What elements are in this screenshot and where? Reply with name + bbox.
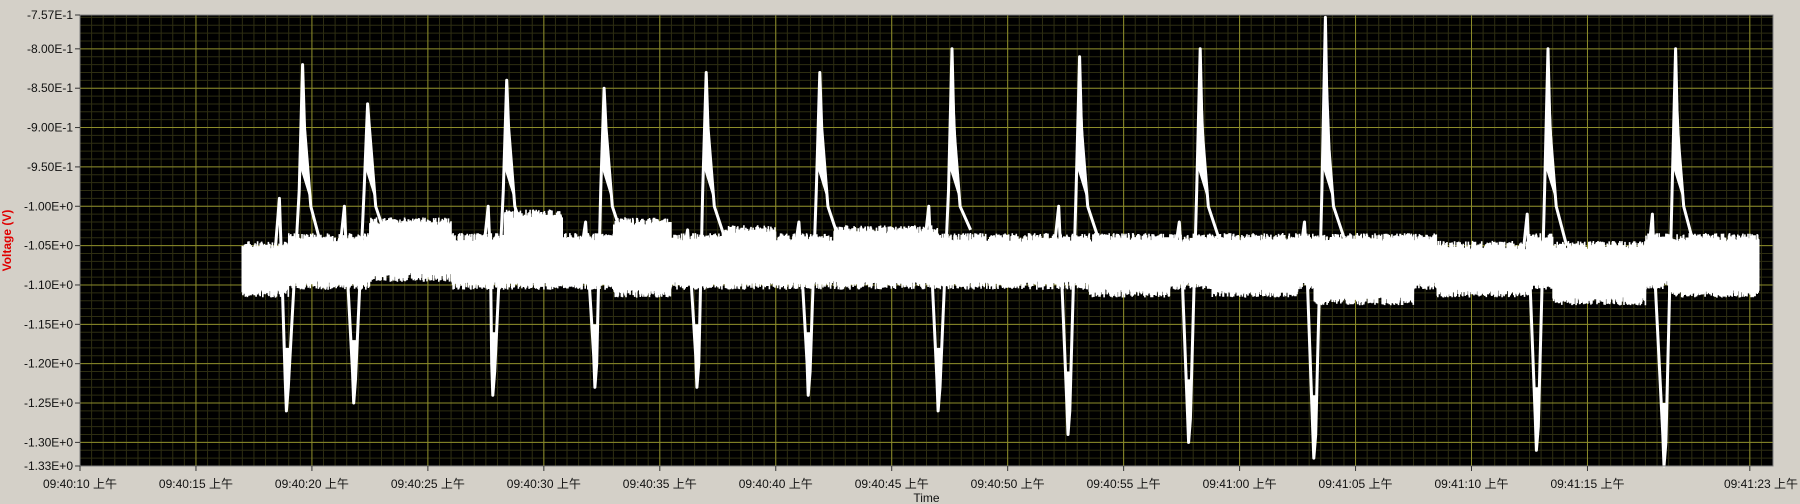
x-tick-label: 09:40:15 上午: [159, 477, 233, 491]
x-tick-label: 09:41:15 上午: [1550, 477, 1624, 491]
x-tick-label: 09:40:55 上午: [1087, 477, 1161, 491]
x-tick-label: 09:41:00 上午: [1203, 477, 1277, 491]
y-tick-label: -1.25E+0: [24, 396, 73, 410]
y-tick-label: -1.33E+0: [24, 459, 73, 473]
x-tick-label: 09:40:50 上午: [971, 477, 1045, 491]
x-tick-label: 09:40:10 上午: [43, 477, 117, 491]
y-tick-label: -1.30E+0: [24, 435, 73, 449]
y-axis-title: Voltage (V): [0, 210, 14, 272]
x-axis-title: Time: [913, 491, 940, 504]
x-tick-label: 09:40:35 上午: [623, 477, 697, 491]
x-tick-label: 09:40:25 上午: [391, 477, 465, 491]
y-tick-label: -8.50E-1: [27, 81, 73, 95]
waveform-chart-svg: -7.57E-1 -8.00E-1 -8.50E-1 -9.00E-1 -9.50E-1…: [0, 0, 1800, 504]
y-tick-label: -9.00E-1: [27, 121, 73, 135]
y-tick-label: -9.50E-1: [27, 160, 73, 174]
y-tick-label: -1.05E+0: [24, 239, 73, 253]
x-tick-label: 09:40:20 上午: [275, 477, 349, 491]
x-tick-label: 09:40:45 上午: [855, 477, 929, 491]
y-tick-label: -7.57E-1: [27, 8, 73, 22]
waveform-chart: -7.57E-1 -8.00E-1 -8.50E-1 -9.00E-1 -9.50E-1…: [0, 0, 1800, 504]
x-tick-label: 09:40:30 上午: [507, 477, 581, 491]
x-tick-label: 09:41:05 上午: [1319, 477, 1393, 491]
y-tick-label: -8.00E-1: [27, 42, 73, 56]
y-tick-label: -1.20E+0: [24, 357, 73, 371]
x-tick-label: 09:41:10 上午: [1434, 477, 1508, 491]
y-tick-label: -1.15E+0: [24, 317, 73, 331]
y-tick-label: -1.10E+0: [24, 278, 73, 292]
x-tick-label: 09:41:23 上午: [1724, 477, 1798, 491]
y-tick-label: -1.00E+0: [24, 199, 73, 213]
x-tick-label: 09:40:40 上午: [739, 477, 813, 491]
